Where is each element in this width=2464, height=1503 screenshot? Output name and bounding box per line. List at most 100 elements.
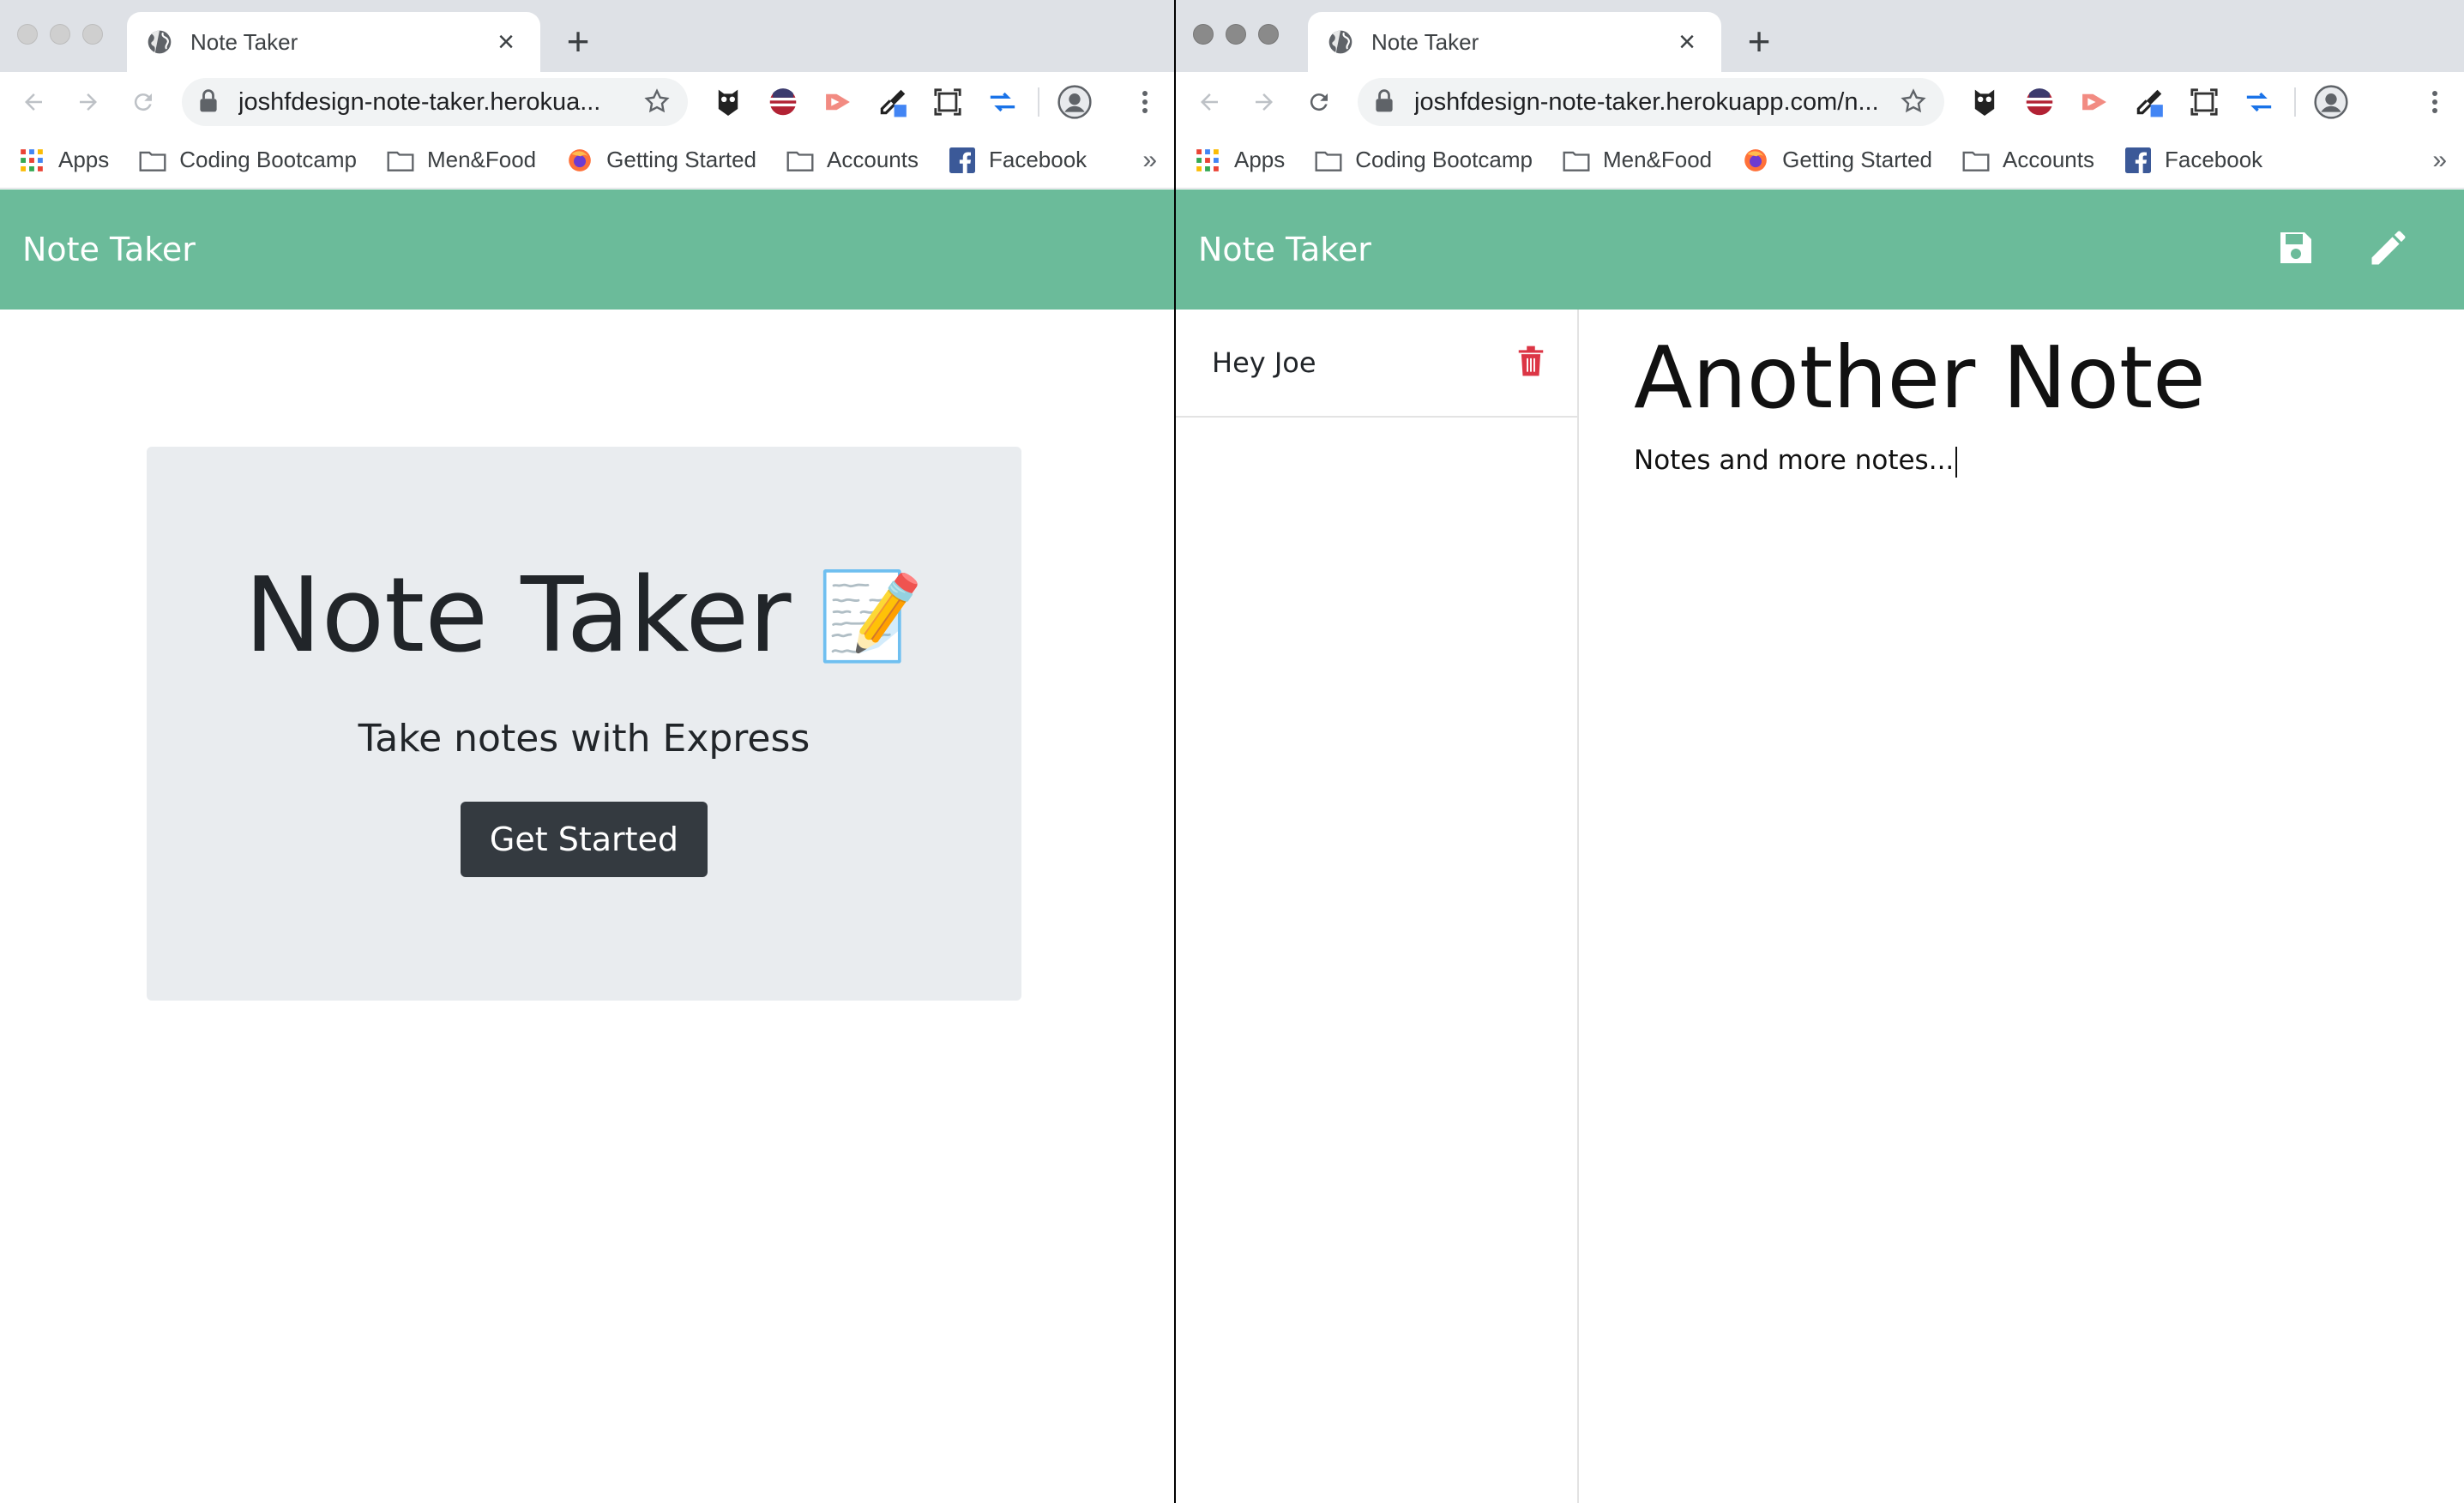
video-extension-icon[interactable] (2075, 82, 2114, 122)
maximize-window-button[interactable] (82, 24, 103, 45)
folder-icon (138, 147, 167, 173)
profile-avatar-icon[interactable] (1055, 82, 1094, 122)
video-extension-icon[interactable] (818, 82, 858, 122)
owl-extension-icon[interactable] (1965, 82, 2004, 122)
extensions (708, 82, 1094, 122)
navbar-actions (2275, 225, 2442, 274)
folder-icon (1961, 147, 1991, 173)
tab-strip: Note Taker × + (0, 0, 1174, 72)
close-tab-icon[interactable]: × (491, 27, 521, 57)
app-navbar: Note Taker (0, 189, 1174, 310)
bookmark-facebook[interactable]: Facebook (948, 147, 1087, 173)
new-tab-button[interactable]: + (559, 19, 597, 63)
facebook-icon (2124, 147, 2153, 173)
navbar-brand[interactable]: Note Taker (1198, 231, 1371, 268)
reload-button[interactable] (1298, 81, 1340, 123)
minimize-window-button[interactable] (1226, 24, 1246, 45)
notes-list: Hey Joe (1176, 310, 1579, 1503)
firefox-icon (1741, 147, 1770, 173)
forward-button[interactable] (67, 81, 110, 123)
flag-extension-icon[interactable] (763, 82, 803, 122)
trash-icon[interactable] (1517, 345, 1545, 382)
browser-tab[interactable]: Note Taker × (1308, 12, 1721, 72)
note-editor: Another Note Notes and more notes... (1579, 310, 2464, 1503)
toolbar-separator (1038, 87, 1039, 117)
pencil-icon[interactable] (2366, 225, 2411, 274)
bookmark-label: Accounts (2003, 147, 2094, 172)
notes-page: Hey Joe Another Note Notes and more note… (1176, 310, 2464, 1503)
browser-toolbar: joshfdesign-note-taker.herokua... (0, 72, 1174, 132)
address-bar[interactable]: joshfdesign-note-taker.herokua... (182, 78, 688, 126)
close-window-button[interactable] (1193, 24, 1214, 45)
screenshot-extension-icon[interactable] (928, 82, 967, 122)
save-icon[interactable] (2275, 227, 2316, 273)
eyedropper-extension-icon[interactable] (873, 82, 913, 122)
folder-icon (386, 147, 415, 173)
browser-menu-icon[interactable] (2418, 82, 2452, 122)
forward-button[interactable] (1243, 81, 1286, 123)
arrows-extension-icon[interactable] (983, 82, 1022, 122)
bookmark-apps[interactable]: Apps (17, 147, 109, 173)
close-window-button[interactable] (17, 24, 38, 45)
arrows-extension-icon[interactable] (2239, 82, 2279, 122)
memo-emoji-icon: 📝 (816, 565, 925, 666)
text-caret (1955, 446, 1958, 478)
bookmark-accounts[interactable]: Accounts (786, 147, 919, 173)
note-title-input[interactable]: Another Note (1634, 327, 2409, 430)
get-started-button[interactable]: Get Started (460, 802, 708, 877)
more-bookmarks-button[interactable]: » (1142, 146, 1157, 175)
back-button[interactable] (1188, 81, 1231, 123)
bookmark-men-food[interactable]: Men&Food (386, 147, 536, 173)
bookmarks-bar: Apps Coding Bootcamp Men&Food Getting St… (0, 132, 1174, 189)
screenshot-extension-icon[interactable] (2184, 82, 2224, 122)
bookmark-label: Facebook (2164, 147, 2263, 172)
maximize-window-button[interactable] (1258, 24, 1279, 45)
bookmark-accounts[interactable]: Accounts (1961, 147, 2094, 173)
bookmark-apps[interactable]: Apps (1193, 147, 1285, 173)
address-bar[interactable]: joshfdesign-note-taker.herokuapp.com/n..… (1358, 78, 1944, 126)
bookmark-label: Accounts (827, 147, 919, 172)
url-text: joshfdesign-note-taker.herokuapp.com/n..… (1414, 87, 1879, 116)
navbar-brand[interactable]: Note Taker (22, 231, 196, 268)
bookmark-getting-started[interactable]: Getting Started (1741, 147, 1932, 173)
bookmark-coding-bootcamp[interactable]: Coding Bootcamp (1314, 147, 1533, 173)
bookmark-label: Getting Started (606, 147, 757, 172)
firefox-icon (565, 147, 594, 173)
minimize-window-button[interactable] (50, 24, 70, 45)
owl-extension-icon[interactable] (708, 82, 748, 122)
browser-toolbar: joshfdesign-note-taker.herokuapp.com/n..… (1176, 72, 2464, 132)
apps-grid-icon (1193, 147, 1222, 173)
heading-text: Note Taker (244, 556, 792, 676)
bookmark-label: Getting Started (1782, 147, 1933, 172)
eyedropper-extension-icon[interactable] (2130, 82, 2169, 122)
tab-title: Note Taker (190, 28, 298, 55)
flag-extension-icon[interactable] (2020, 82, 2059, 122)
bookmark-label: Men&Food (426, 147, 537, 172)
bookmark-coding-bootcamp[interactable]: Coding Bootcamp (138, 147, 357, 173)
window-controls (1193, 24, 1279, 45)
extensions (1965, 82, 2351, 122)
bookmark-men-food[interactable]: Men&Food (1562, 147, 1712, 173)
bookmark-label: Apps (1234, 147, 1286, 172)
toolbar-separator (2294, 87, 2296, 117)
new-tab-button[interactable]: + (1740, 19, 1778, 63)
profile-avatar-icon[interactable] (2311, 82, 2351, 122)
browser-menu-icon[interactable] (1128, 82, 1162, 122)
landing-subtitle: Take notes with Express (358, 717, 810, 761)
lock-icon (1375, 89, 1397, 115)
back-button[interactable] (12, 81, 55, 123)
browser-tab[interactable]: Note Taker × (127, 12, 540, 72)
tab-strip: Note Taker × + (1176, 0, 2464, 72)
list-item[interactable]: Hey Joe (1176, 310, 1577, 418)
note-text-area[interactable]: Notes and more notes... (1634, 445, 2409, 478)
more-bookmarks-button[interactable]: » (2432, 146, 2447, 175)
jumbotron: Note Taker 📝 Take notes with Express Get… (147, 447, 1021, 1001)
apps-grid-icon (17, 147, 46, 173)
bookmark-star-icon[interactable] (643, 87, 672, 117)
bookmark-facebook[interactable]: Facebook (2124, 147, 2262, 173)
reload-button[interactable] (122, 81, 165, 123)
bookmark-getting-started[interactable]: Getting Started (565, 147, 756, 173)
close-tab-icon[interactable]: × (1672, 27, 1702, 57)
bookmark-star-icon[interactable] (1900, 87, 1929, 117)
bookmarks-bar: Apps Coding Bootcamp Men&Food Getting St… (1176, 132, 2464, 189)
